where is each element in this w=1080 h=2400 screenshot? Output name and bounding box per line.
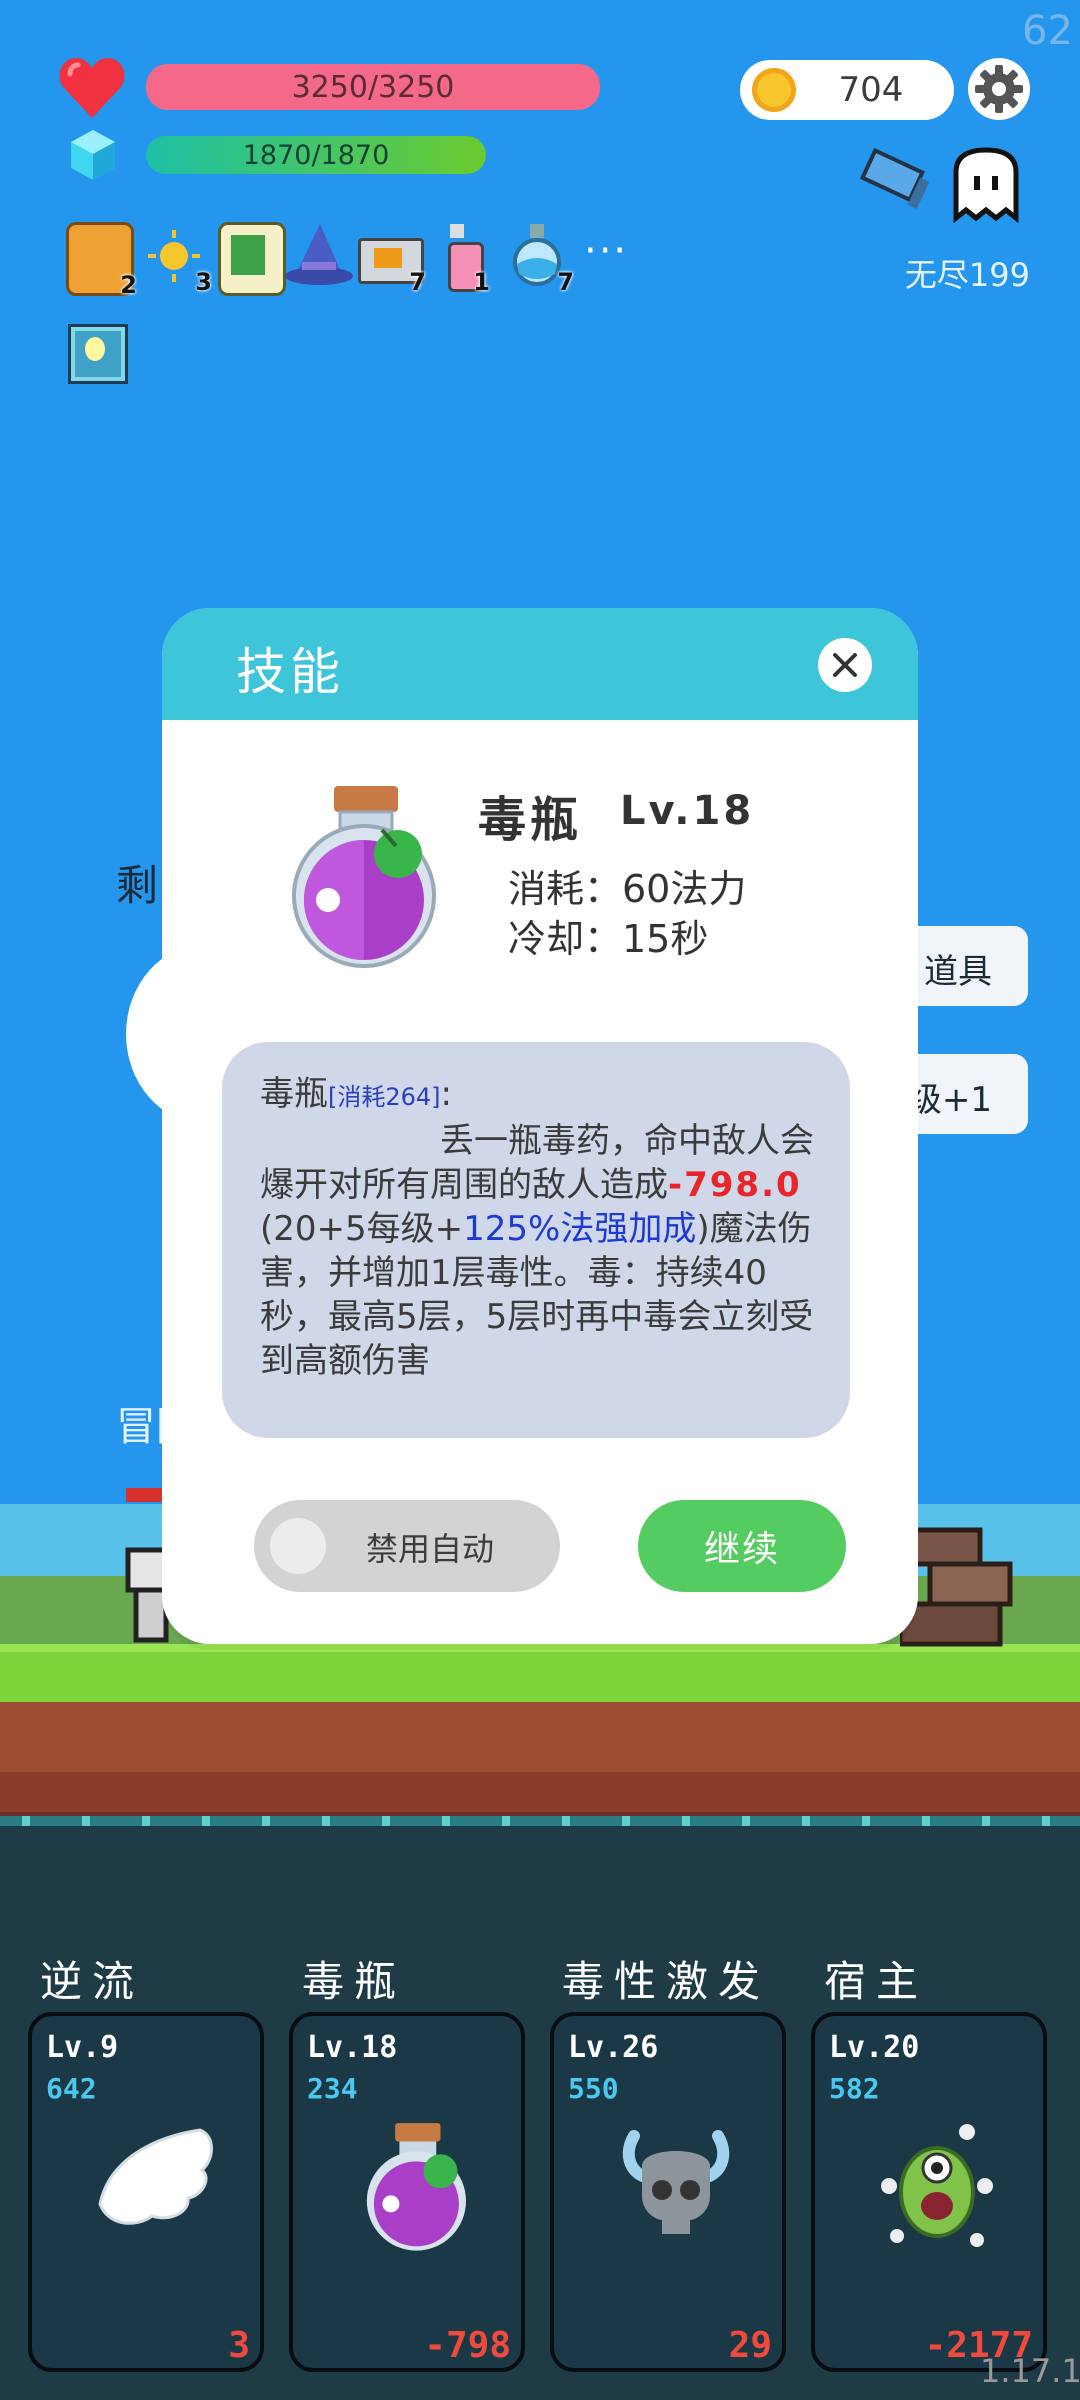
skill-title: 毒性激发	[562, 1957, 771, 2006]
dialog-title: 技能	[236, 643, 344, 701]
wing-icon	[98, 2128, 213, 2225]
hp-bar: 3250/3250	[146, 64, 600, 110]
skill-card-toxic-burst[interactable]: Lv.26 550 29	[550, 2012, 786, 2372]
book-icon[interactable]: 2	[66, 222, 137, 299]
gear-icon[interactable]	[966, 56, 1032, 122]
skill-cost: 消耗：60法力	[508, 867, 747, 911]
monster-icon	[881, 2124, 993, 2247]
water-surface	[0, 1816, 1080, 1826]
close-button[interactable]	[818, 638, 872, 692]
fps-counter: 62	[1022, 8, 1073, 54]
spray-bottle-icon[interactable]: 1	[444, 222, 490, 296]
skill-title: 宿主	[824, 1957, 929, 2006]
skill-card-counterflow[interactable]: Lv.9 642 3	[28, 2012, 264, 2372]
coin-icon	[752, 68, 796, 112]
desc-damage: -798.0	[668, 1165, 802, 1205]
coin-value: 704	[838, 70, 904, 110]
sun-icon[interactable]: 3	[144, 222, 212, 296]
mana-crystal-icon	[71, 130, 115, 180]
skill-cost: 582	[829, 2072, 880, 2105]
poison-potion-icon	[292, 786, 436, 968]
desc-bonus: 125%法强加成	[463, 1209, 697, 1249]
desc-colon: :	[440, 1074, 453, 1114]
dirt-layer	[0, 1772, 1080, 1812]
skill-name: 毒瓶	[478, 792, 583, 848]
continue-button[interactable]: 继续	[638, 1500, 846, 1592]
skill-level: Lv.18	[307, 2030, 398, 2065]
lightbulb-icon[interactable]	[68, 324, 128, 384]
toggle-label: 禁用自动	[366, 1530, 495, 1568]
poison-potion-icon	[366, 2123, 466, 2251]
desc-skill-name: 毒瓶	[260, 1074, 328, 1114]
dialog-header: 技能	[162, 608, 918, 720]
skill-cost: 642	[46, 2072, 97, 2105]
ghost-icon[interactable]	[948, 146, 1024, 224]
dirt-layer	[0, 1702, 1080, 1772]
mp-bar: 1870/1870	[146, 136, 486, 174]
skill-description: 毒瓶[消耗264]: 丢一瓶毒药，命中敌人会爆开对所有周围的敌人造成-798.0…	[260, 1072, 820, 1383]
item-inventory: 2 3 7 1 7	[66, 222, 666, 299]
skill-title: 逆流	[40, 1957, 145, 2006]
skill-level: Lv.18	[620, 788, 755, 834]
skill-dialog: 技能 毒瓶 Lv.18 消耗：60法力 冷却：15秒 毒瓶[消耗264]: 丢一…	[162, 608, 918, 1644]
skill-value: -798	[424, 2325, 511, 2366]
skill-level: Lv.9	[46, 2030, 119, 2065]
coin-counter: 704	[740, 60, 954, 120]
more-items-button[interactable]: ···	[584, 228, 628, 274]
endless-mode-label: 无尽199	[904, 256, 1030, 294]
flask-icon[interactable]: 7	[506, 222, 574, 296]
skill-card-host[interactable]: Lv.20 582 -2177	[811, 2012, 1047, 2372]
horned-skull-icon	[622, 2130, 730, 2234]
hp-text: 3250/3250	[291, 69, 455, 105]
briefcase-icon[interactable]: 7	[356, 222, 426, 296]
background-label: 剩	[116, 861, 159, 910]
pixel-flag-icon[interactable]	[860, 146, 940, 210]
skill-value: 3	[228, 2325, 250, 2366]
mp-text: 1870/1870	[242, 139, 390, 171]
skill-description-box: 毒瓶[消耗264]: 丢一瓶毒药，命中敌人会爆开对所有周围的敌人造成-798.0…	[222, 1042, 850, 1438]
toggle-knob	[270, 1518, 326, 1574]
desc-mana-cost: [消耗264]	[328, 1083, 441, 1111]
skill-cost: 550	[568, 2072, 619, 2105]
wizard-hat-icon[interactable]	[284, 222, 353, 290]
skill-cost: 234	[307, 2072, 358, 2105]
close-icon	[833, 653, 857, 677]
skill-title: 毒瓶	[302, 1957, 407, 2006]
version-label: 1.17.1	[980, 2352, 1080, 2390]
heart-icon	[59, 58, 125, 118]
skill-cooldown: 冷却：15秒	[508, 917, 709, 961]
skill-card-poison-bottle[interactable]: Lv.18 234 -798	[289, 2012, 525, 2372]
disable-auto-toggle[interactable]: 禁用自动	[254, 1500, 560, 1592]
skill-level: Lv.20	[829, 2030, 920, 2065]
desc-text-2: (20+5每级+	[260, 1209, 464, 1249]
rock-pile	[900, 1527, 1013, 1647]
skill-level: Lv.26	[568, 2030, 659, 2065]
grass	[0, 1644, 1080, 1710]
skill-value: 29	[728, 2325, 772, 2366]
scroll-icon[interactable]	[218, 222, 286, 296]
